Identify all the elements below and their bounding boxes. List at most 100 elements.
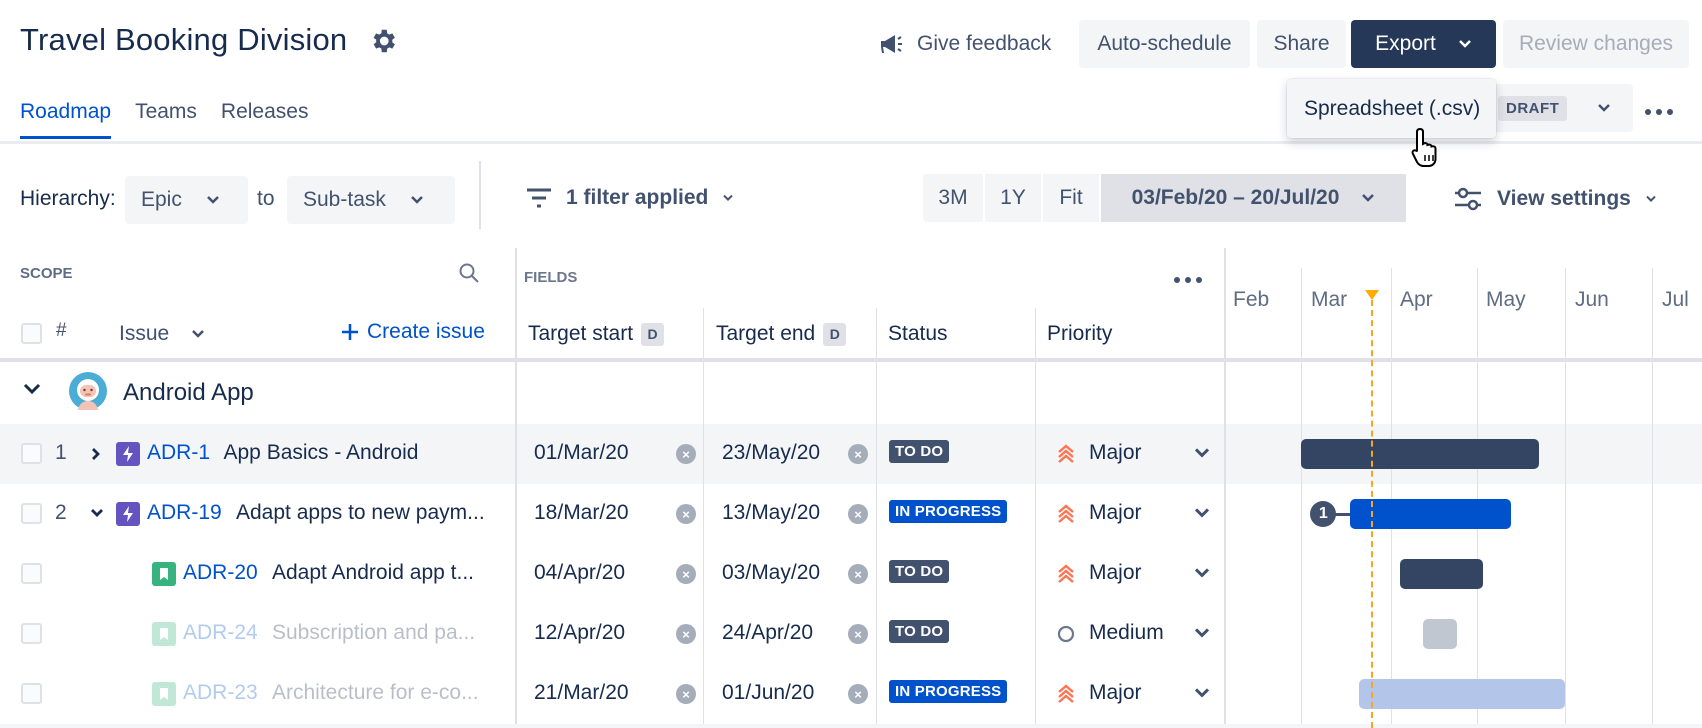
priority-dropdown[interactable] [1193,627,1211,639]
priority-dropdown[interactable] [1193,567,1211,579]
timeline-bar[interactable] [1301,439,1540,469]
column-divider [703,308,704,728]
fields-timeline-divider[interactable] [1224,248,1226,728]
clear-icon[interactable]: × [848,444,868,464]
bottom-edge [0,724,1702,728]
priority-dropdown[interactable] [1193,507,1211,519]
row-checkbox[interactable] [21,563,42,584]
clear-icon[interactable]: × [676,444,696,464]
status-cell[interactable]: IN PROGRESS [889,680,1008,703]
give-feedback-button[interactable]: Give feedback [879,28,1051,60]
issue-summary[interactable]: Architecture for e-co... [272,681,479,705]
clear-icon[interactable]: × [848,624,868,644]
target-start-value[interactable]: 21/Mar/20 [534,681,629,705]
create-issue-button[interactable]: Create issue [341,320,485,344]
scope-fields-divider[interactable] [515,248,517,728]
row-number: 2 [55,501,67,524]
tab-releases[interactable]: Releases [221,100,309,139]
review-changes-button[interactable]: Review changes [1503,20,1689,68]
timeline-bar[interactable] [1359,679,1565,709]
issue-key-link[interactable]: ADR-24 [183,621,258,645]
filter-button[interactable]: 1 filter applied [526,186,734,210]
group-name: Android App [123,379,254,406]
issue-summary[interactable]: Subscription and pa... [272,621,475,645]
share-button[interactable]: Share [1257,20,1346,68]
page-title: Travel Booking Division [20,22,348,57]
gear-icon[interactable] [368,26,398,56]
status-cell[interactable]: TO DO [889,560,950,583]
target-end-header[interactable]: Target end D [716,322,847,346]
issue-summary[interactable]: Adapt apps to new paym... [236,501,485,525]
dependency-badge[interactable]: 1 [1310,501,1337,527]
issue-summary[interactable]: App Basics - Android [224,441,419,465]
priority-header[interactable]: Priority [1047,322,1112,346]
issue-summary[interactable]: Adapt Android app t... [272,561,474,585]
status-cell[interactable]: IN PROGRESS [889,500,1008,523]
tab-roadmap[interactable]: Roadmap [20,100,112,139]
priority-dropdown[interactable] [1193,447,1211,459]
target-end-value[interactable]: 23/May/20 [722,441,820,465]
status-header[interactable]: Status [888,322,948,346]
hierarchy-from-select[interactable]: Epic [125,176,248,224]
issue-key-link[interactable]: ADR-23 [183,681,258,705]
row-checkbox[interactable] [21,503,42,524]
more-icon [1645,109,1673,115]
select-all-checkbox[interactable] [21,323,42,344]
target-end-value[interactable]: 01/Jun/20 [722,681,814,705]
tab-teams[interactable]: Teams [135,100,197,139]
timeline-bar[interactable] [1350,499,1512,529]
clear-icon[interactable]: × [676,504,696,524]
target-start-value[interactable]: 01/Mar/20 [534,441,629,465]
timeline-bar[interactable] [1399,559,1483,589]
target-start-header[interactable]: Target start D [528,322,665,346]
clear-icon[interactable]: × [848,684,868,704]
chevron-down-icon[interactable] [90,507,104,519]
zoom-1y-button[interactable]: 1Y [985,174,1041,222]
search-icon[interactable] [458,262,480,284]
sliders-icon [1455,187,1481,211]
clear-icon[interactable]: × [848,564,868,584]
row-checkbox[interactable] [21,623,42,644]
zoom-3m-button[interactable]: 3M [923,174,983,222]
export-menu-item-csv[interactable]: Spreadsheet (.csv) [1287,79,1496,138]
target-start-value[interactable]: 04/Apr/20 [534,561,625,585]
row-checkbox[interactable] [21,443,42,464]
export-button[interactable]: Export [1351,20,1496,68]
hierarchy-from-value: Epic [141,188,182,211]
issue-key-link[interactable]: ADR-1 [147,441,210,465]
clear-icon[interactable]: × [676,624,696,644]
status-cell[interactable]: TO DO [889,620,950,643]
zoom-fit-button[interactable]: Fit [1043,174,1099,222]
chevron-down-icon [1362,194,1375,202]
priority-dropdown[interactable] [1193,687,1211,699]
priority-value: Major [1089,441,1142,464]
plan-status-dropdown[interactable]: DRAFT [1490,84,1633,132]
more-actions-button[interactable] [1644,96,1674,122]
chevron-down-icon[interactable] [22,382,42,396]
clear-icon[interactable]: × [848,504,868,524]
hierarchy-to-select[interactable]: Sub-task [287,176,455,224]
auto-schedule-button[interactable]: Auto-schedule [1079,20,1250,68]
tab-bar: Roadmap Teams Releases [20,100,308,139]
row-checkbox[interactable] [21,683,42,704]
issue-key-link[interactable]: ADR-19 [147,501,222,525]
target-end-value[interactable]: 24/Apr/20 [722,621,813,645]
clear-icon[interactable]: × [676,564,696,584]
target-start-value[interactable]: 12/Apr/20 [534,621,625,645]
issue-column-header[interactable]: Issue [119,322,205,346]
target-start-value[interactable]: 18/Mar/20 [534,501,629,525]
chevron-right-icon[interactable] [90,447,102,461]
target-end-label: Target end [716,322,816,345]
target-end-value[interactable]: 03/May/20 [722,561,820,585]
view-settings-button[interactable]: View settings [1453,186,1657,212]
hand-cursor-icon [1411,127,1437,167]
target-end-value[interactable]: 13/May/20 [722,501,820,525]
priority-value: Major [1089,681,1142,704]
clear-icon[interactable]: × [676,684,696,704]
issue-key-link[interactable]: ADR-20 [183,561,258,585]
date-range-select[interactable]: 03/Feb/20 – 20/Jul/20 [1101,174,1406,222]
fields-more-button[interactable] [1173,264,1203,290]
status-cell[interactable]: TO DO [889,440,950,463]
timeline-bar[interactable] [1422,619,1457,649]
header-divider [0,358,1702,362]
